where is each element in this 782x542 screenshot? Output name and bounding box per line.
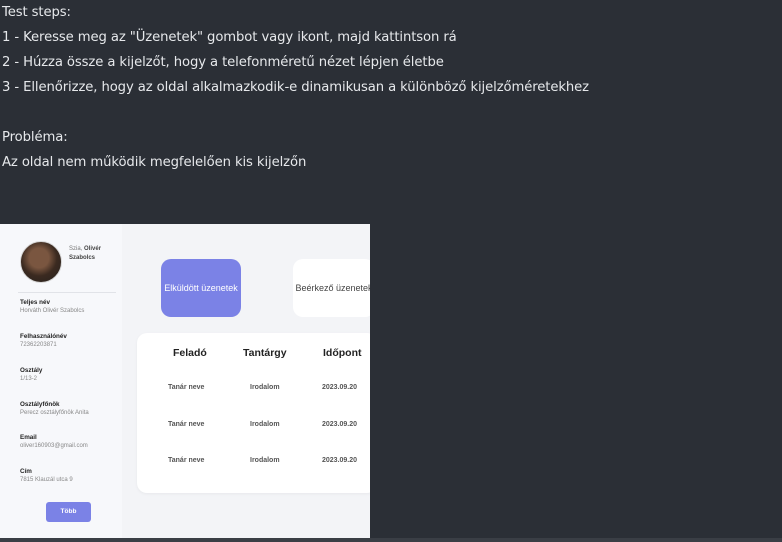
field-full-name: Teljes név Horváth Olivér Szabolcs [20, 299, 85, 314]
cell-subject: Irodalom [250, 421, 280, 428]
column-header-time: Időpont [323, 347, 362, 359]
cell-subject: Irodalom [250, 457, 280, 464]
field-address: Cím 7815 Klauzál utca 9 [20, 468, 73, 483]
bottom-border [0, 538, 782, 542]
field-class: Osztály 1/13-2 [20, 367, 43, 382]
cell-sender: Tanár neve [168, 421, 205, 428]
cell-sender: Tanár neve [168, 384, 205, 391]
app-screenshot: Szia, Olivér Szabolcs Teljes név Horváth… [0, 224, 370, 540]
test-step: 2 - Húzza össze a kijelzőt, hogy a telef… [2, 55, 444, 70]
more-button[interactable]: Több [46, 502, 91, 522]
problem-text: Az oldal nem működik megfelelően kis kij… [2, 155, 307, 170]
cell-subject: Irodalom [250, 384, 280, 391]
test-step: 3 - Ellenőrizze, hogy az oldal alkalmazk… [2, 80, 590, 95]
field-class-teacher: Osztályfőnök Perecz osztályfőnök Anita [20, 401, 89, 416]
cell-sender: Tanár neve [168, 457, 205, 464]
cell-time: 2023.09.20 [322, 457, 358, 464]
column-header-subject: Tantárgy [243, 347, 287, 359]
problem-heading: Probléma: [2, 130, 68, 145]
messages-table: Feladó Tantárgy Időpont Tanár neve Iroda… [137, 333, 370, 493]
tab-inbox-messages[interactable]: Beérkező üzenetek [293, 259, 370, 317]
field-username: Felhasználónév 72362203871 [20, 333, 67, 348]
cell-time: 2023.09.20 [322, 384, 358, 391]
test-steps-heading: Test steps: [2, 5, 71, 20]
field-email: Email oliver160903@gmail.com [20, 434, 88, 449]
profile-divider [18, 292, 116, 293]
test-description: Test steps: 1 - Keresse meg az "Üzenetek… [2, 0, 589, 175]
test-step: 1 - Keresse meg az "Üzenetek" gombot vag… [2, 30, 457, 45]
greeting: Szia, Olivér Szabolcs [69, 246, 102, 261]
profile-panel: Szia, Olivér Szabolcs Teljes név Horváth… [0, 224, 122, 540]
column-header-sender: Feladó [173, 347, 207, 359]
tab-sent-messages[interactable]: Elküldött üzenetek [161, 259, 241, 317]
cell-time: 2023.09.20 [322, 421, 358, 428]
avatar [20, 241, 62, 283]
